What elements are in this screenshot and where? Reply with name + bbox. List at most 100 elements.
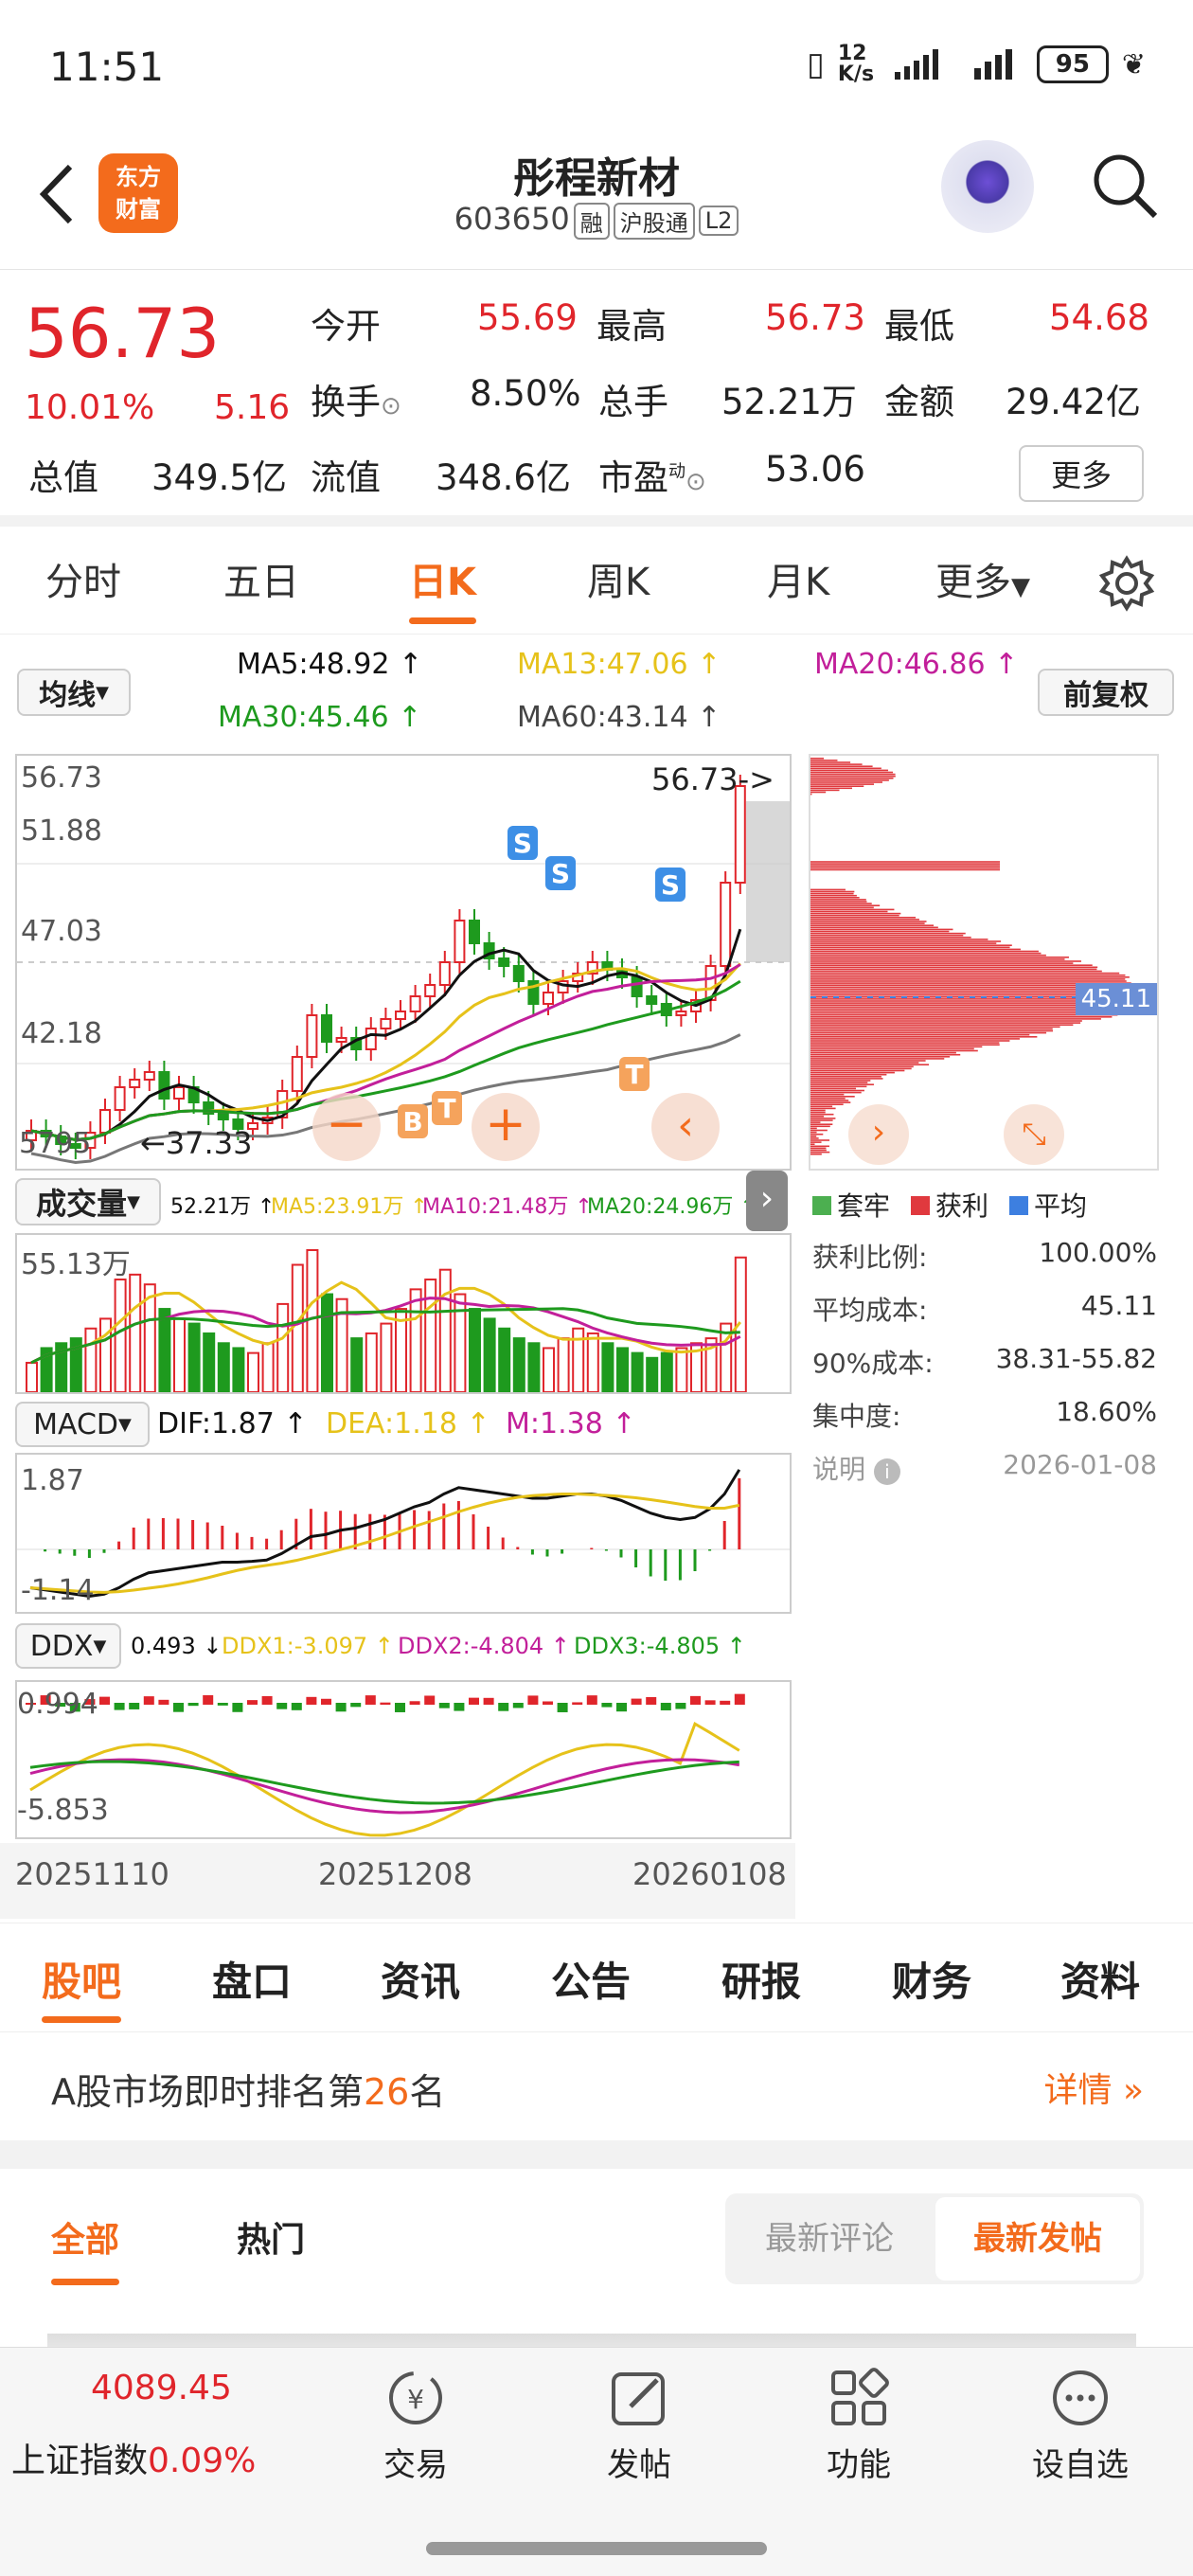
- chip-bar: [810, 958, 1064, 960]
- signal-icon: [893, 47, 959, 81]
- kline-panel[interactable]: SSSBTT 56.73 51.88 47.03 42.18 5795 ←37.…: [15, 754, 792, 1171]
- chip-bar: [810, 763, 863, 765]
- ddx-bar: [513, 1703, 524, 1708]
- ddx-bar: [690, 1696, 701, 1705]
- macd-panel[interactable]: 1.87 -1.14: [15, 1453, 792, 1614]
- ddx-bar: [203, 1695, 213, 1705]
- candle: [116, 1087, 125, 1110]
- ddx-bar: [365, 1695, 376, 1705]
- feed-tab-all[interactable]: 全部: [51, 2212, 119, 2262]
- last-price: 56.73: [25, 294, 220, 373]
- ddx-selector[interactable]: DDX ▼: [15, 1623, 121, 1669]
- candle: [411, 996, 420, 1011]
- volume-selector[interactable]: 成交量 ▼: [15, 1178, 161, 1225]
- scroll-left-button[interactable]: ‹: [651, 1093, 720, 1161]
- chip-bar: [810, 1101, 850, 1103]
- sort-latest-comment[interactable]: 最新评论: [725, 2193, 934, 2284]
- chip-bar: [810, 921, 926, 922]
- index-value[interactable]: 4089.45: [91, 2369, 232, 2407]
- chip-bar: [810, 1007, 1120, 1009]
- chip-bar: [810, 1114, 833, 1116]
- assistant-robot-icon[interactable]: [941, 140, 1034, 233]
- tab-profile[interactable]: 资料: [1060, 1950, 1140, 2008]
- mktcap-value: 349.5亿: [151, 449, 287, 500]
- ddx-bar: [395, 1703, 405, 1712]
- index-line[interactable]: 上证指数0.09%: [11, 2433, 256, 2482]
- candle: [100, 1110, 110, 1133]
- ma-selector[interactable]: 均线 ▼: [17, 669, 131, 716]
- tab-daily-k[interactable]: 日K: [409, 551, 476, 606]
- y-label: 47.03: [21, 915, 102, 948]
- search-icon[interactable]: [1089, 150, 1161, 222]
- chip-stat-value: 38.31-55.82: [996, 1343, 1157, 1374]
- chip-bar: [810, 1036, 1037, 1038]
- svg-text:¥: ¥: [407, 2384, 424, 2415]
- tab-research[interactable]: 研报: [721, 1950, 801, 2008]
- sort-latest-post[interactable]: 最新发帖: [935, 2197, 1140, 2281]
- chip-note-date: 2026-01-08: [1003, 1449, 1157, 1480]
- tab-announcements[interactable]: 公告: [551, 1950, 631, 2008]
- feed-tab-hot[interactable]: 热门: [237, 2212, 305, 2262]
- tab-news[interactable]: 资讯: [381, 1950, 460, 2008]
- ddx-bar: [410, 1701, 420, 1705]
- chip-distribution-panel[interactable]: 45.11 › ⤡: [809, 754, 1159, 1171]
- more-dots-icon: [1047, 2367, 1113, 2429]
- tab-monthly-k[interactable]: 月K: [767, 551, 829, 606]
- chip-bar: [810, 1040, 1009, 1042]
- nav-trade[interactable]: ¥ 交易: [354, 2367, 477, 2485]
- chip-bar: [810, 1146, 829, 1148]
- details-link[interactable]: 详情 »: [1044, 2063, 1145, 2112]
- chip-note[interactable]: 说明 i: [812, 1449, 900, 1487]
- more-button[interactable]: 更多: [1019, 445, 1144, 502]
- grid-icon: [826, 2367, 892, 2429]
- volume-bar: [662, 1353, 672, 1392]
- tab-five-day[interactable]: 五日: [223, 551, 299, 606]
- tab-weekly-k[interactable]: 周K: [587, 551, 650, 606]
- chip-bar: [810, 1070, 904, 1072]
- chip-bar: [810, 1119, 833, 1121]
- home-indicator[interactable]: [426, 2542, 767, 2555]
- chip-bar: [810, 893, 854, 895]
- rank-bar[interactable]: A股市场即时排名第26名 详情 »: [0, 2034, 1193, 2169]
- nav-add-watchlist[interactable]: 设自选: [1019, 2367, 1142, 2485]
- tab-forum[interactable]: 股吧: [42, 1950, 121, 2008]
- macd-bottom-label: -1.14: [21, 1574, 95, 1607]
- chip-bar: [810, 1094, 844, 1096]
- candle: [632, 977, 642, 996]
- adjust-button[interactable]: 前复权: [1038, 669, 1174, 716]
- chip-bar: [810, 962, 1073, 964]
- legend-trapped: 套牢: [812, 1186, 890, 1224]
- tab-more[interactable]: 更多▼: [935, 551, 1030, 606]
- high-label: 最高: [596, 297, 667, 349]
- volume-panel[interactable]: 55.13万: [15, 1233, 792, 1394]
- chip-bar: [810, 889, 846, 891]
- ddx-value: 0.493 ↓: [131, 1633, 222, 1659]
- expand-right-button[interactable]: ›: [746, 1171, 788, 1231]
- ddx-panel[interactable]: 0.994 -5.853: [15, 1680, 792, 1839]
- gear-icon[interactable]: [1098, 555, 1155, 612]
- chip-bar: [810, 794, 811, 796]
- zoom-in-button[interactable]: +: [472, 1093, 540, 1161]
- margin-tag: 融: [574, 203, 610, 240]
- chip-bar: [810, 1098, 846, 1100]
- zoom-out-button[interactable]: −: [312, 1093, 381, 1161]
- volume-bar: [543, 1348, 554, 1392]
- amount-value: 29.42亿: [1006, 373, 1141, 424]
- signal-label: B: [402, 1106, 422, 1137]
- chip-bar: [810, 964, 1093, 966]
- tab-financials[interactable]: 财务: [892, 1950, 971, 2008]
- collapse-icon[interactable]: ›: [848, 1104, 909, 1165]
- tab-intraday[interactable]: 分时: [45, 551, 121, 606]
- chip-bar: [810, 1064, 929, 1065]
- ma60-line: [31, 1035, 740, 1163]
- macd-selector[interactable]: MACD ▼: [15, 1402, 150, 1447]
- macd-dea: DEA:1.18 ↑: [326, 1407, 490, 1440]
- nav-post[interactable]: 发帖: [578, 2367, 701, 2485]
- volume-bar: [159, 1309, 169, 1392]
- volume-bar: [174, 1318, 185, 1392]
- expand-icon[interactable]: ⤡: [1004, 1104, 1064, 1165]
- chip-bar: [810, 980, 1127, 982]
- ddx-bar: [306, 1697, 316, 1705]
- nav-functions[interactable]: 功能: [797, 2367, 920, 2485]
- tab-orderbook[interactable]: 盘口: [212, 1950, 292, 2008]
